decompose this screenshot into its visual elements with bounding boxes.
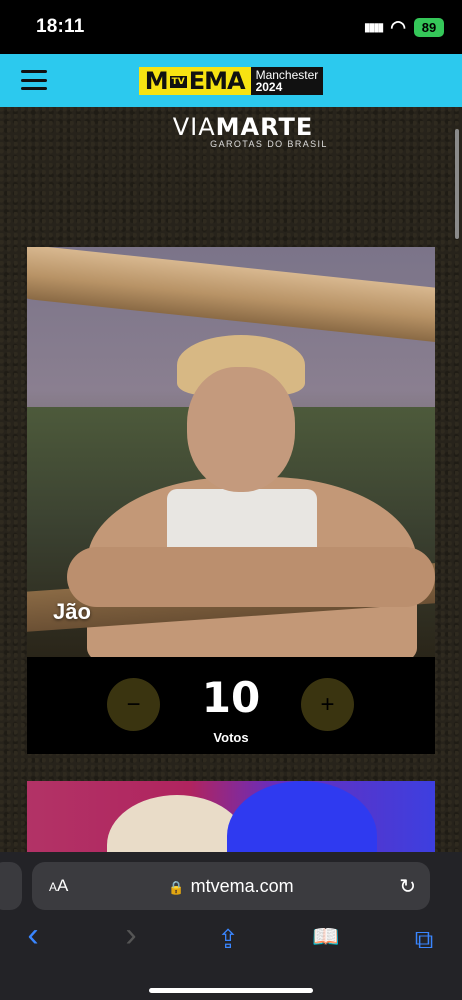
forward-icon[interactable]: ›: [114, 916, 148, 955]
logo-year: 2024: [255, 79, 283, 94]
mtv-ema-logo[interactable]: M TV EMA Manchester 2024: [138, 66, 324, 95]
share-icon[interactable]: ⇪: [211, 924, 245, 955]
artist-name: Jão: [53, 599, 91, 624]
bookmarks-icon[interactable]: 📖: [309, 924, 343, 950]
sponsor-name: VIAMARTE: [172, 113, 314, 141]
increase-vote-button[interactable]: +: [301, 678, 354, 731]
previous-tab-preview[interactable]: [0, 862, 22, 910]
votes-label: Votos: [213, 730, 249, 745]
logo-ema-mark: M TV EMA: [138, 66, 251, 95]
vote-count: 10: [201, 673, 261, 722]
status-icons: ▮▮▮▮ ◠ 89: [364, 17, 444, 38]
battery-indicator: 89: [414, 17, 444, 37]
reader-settings-button[interactable]: AA: [49, 876, 68, 896]
next-artist-card: [27, 781, 435, 852]
status-time: 18:11: [36, 16, 85, 37]
artist-card: Jão − 10 + Votos: [27, 247, 435, 754]
site-header: M TV EMA Manchester 2024: [0, 54, 462, 107]
tabs-icon[interactable]: ⧉: [407, 924, 441, 956]
sponsor-subtitle: GAROTAS DO BRASIL: [210, 139, 328, 149]
signal-icon: ▮▮▮▮: [363, 20, 384, 34]
browser-bottom-bar: AA 🔒 mtvema.com ↻ ‹ › ⇪ 📖 ⧉: [0, 852, 462, 1000]
wifi-icon: ◠: [390, 16, 406, 37]
wooden-log: [27, 247, 435, 345]
page-content[interactable]: VIAMARTE GAROTAS DO BRASIL Jão − 10 + Vo…: [0, 107, 462, 852]
reload-icon[interactable]: ↻: [399, 874, 416, 899]
menu-icon[interactable]: [21, 70, 47, 90]
status-bar: 18:11 ▮▮▮▮ ◠ 89: [0, 0, 462, 54]
home-indicator[interactable]: [149, 988, 313, 993]
url-display[interactable]: 🔒 mtvema.com: [32, 876, 430, 897]
logo-city: Manchester: [255, 67, 319, 82]
back-icon[interactable]: ‹: [16, 916, 50, 955]
vote-controls: − 10 + Votos: [27, 657, 435, 754]
artist-photo: Jão: [27, 247, 435, 657]
address-bar[interactable]: AA 🔒 mtvema.com ↻: [32, 862, 430, 910]
browser-toolbar: ‹ › ⇪ 📖 ⧉: [0, 916, 462, 960]
sponsor-logo: VIAMARTE GAROTAS DO BRASIL: [0, 113, 462, 149]
logo-location: Manchester 2024: [250, 66, 324, 95]
lock-icon: 🔒: [168, 879, 185, 895]
url-text: mtvema.com: [190, 875, 294, 896]
